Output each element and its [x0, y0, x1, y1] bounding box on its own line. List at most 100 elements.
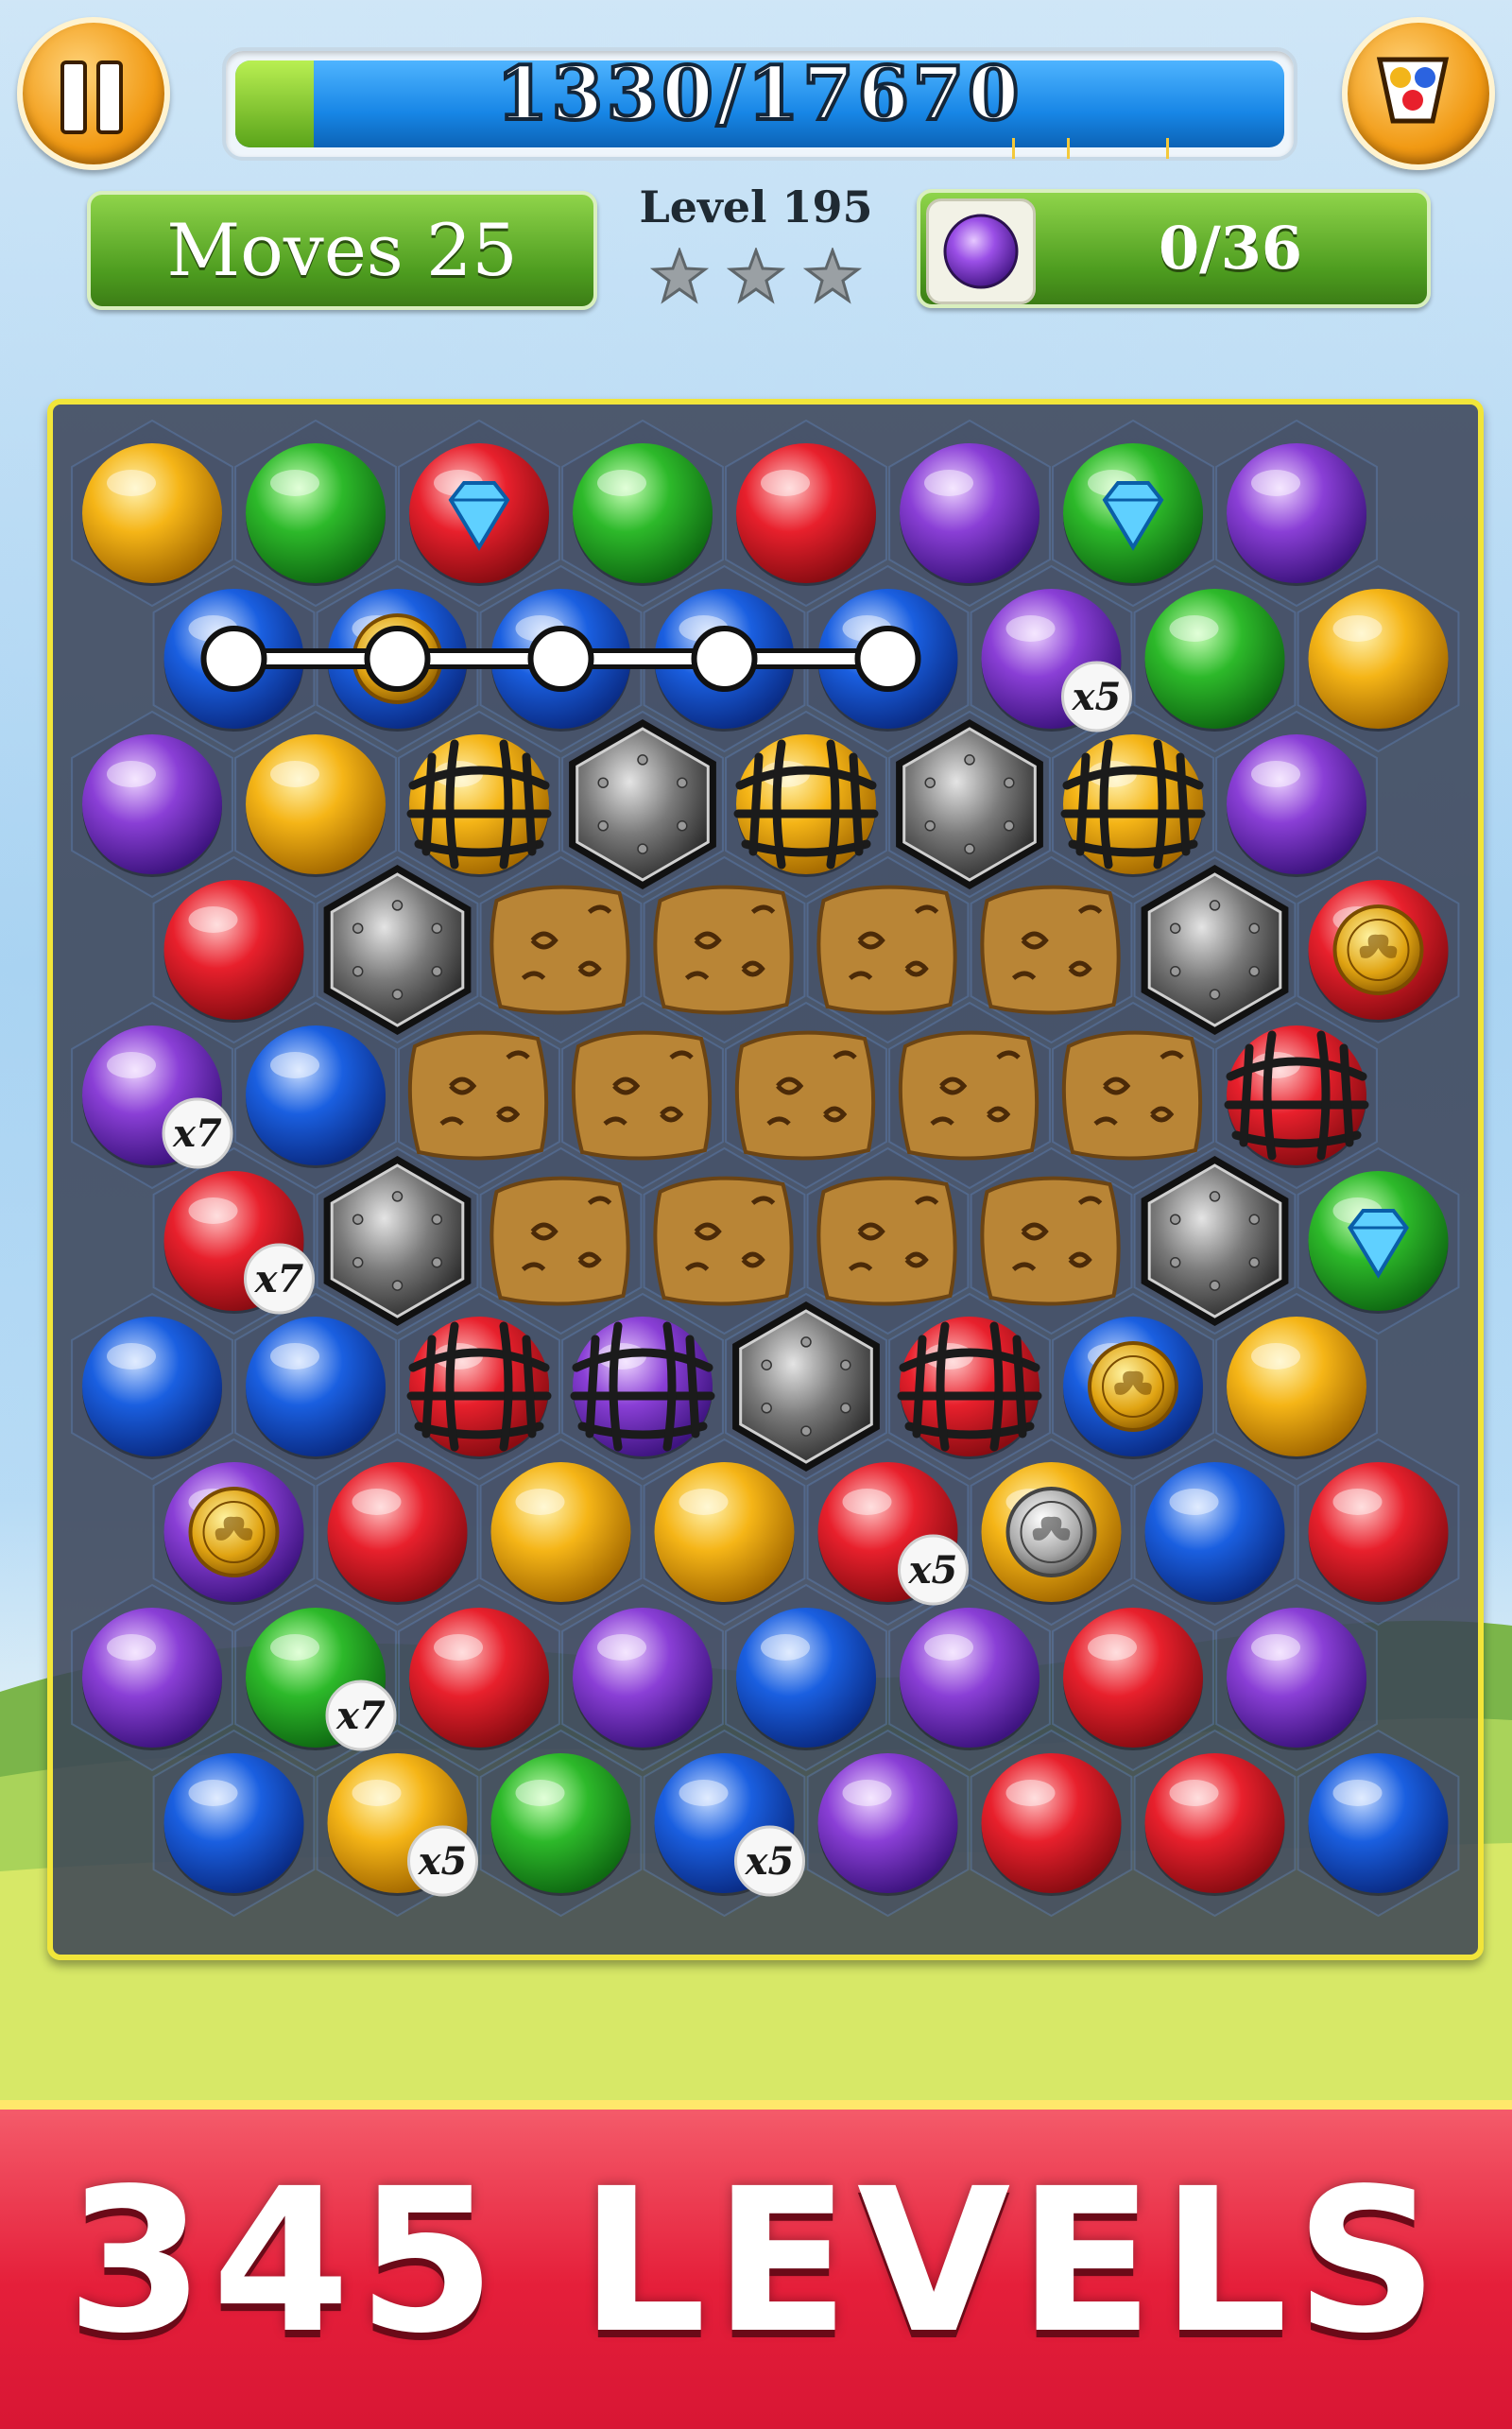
score-progress-bar: 1330/17670 — [222, 47, 1297, 161]
rock-bolt — [431, 1257, 443, 1268]
marble-shine — [924, 470, 973, 496]
mud-block — [980, 1176, 1121, 1306]
marble-body — [1308, 1462, 1449, 1602]
rock-bolt — [800, 1336, 812, 1348]
marble-shine — [1251, 470, 1300, 496]
purple-marble[interactable] — [1227, 443, 1366, 586]
boosters-button[interactable] — [1342, 17, 1495, 170]
star-icon — [727, 248, 785, 304]
rock-bolt — [1004, 820, 1015, 832]
rock-bolt — [1209, 1191, 1221, 1202]
marble-body — [490, 1462, 631, 1602]
blue-marble[interactable] — [246, 1317, 386, 1459]
blue-marble[interactable] — [1144, 1462, 1285, 1605]
yellow-marble[interactable] — [490, 1462, 631, 1605]
blue-marble[interactable] — [82, 1317, 222, 1459]
purple-marble[interactable] — [82, 1608, 222, 1750]
purple-marble[interactable] — [1227, 1608, 1366, 1750]
blue-marble[interactable] — [163, 1753, 304, 1896]
marble-shine — [352, 1489, 402, 1515]
green-marble[interactable] — [573, 443, 713, 586]
marble-body — [900, 443, 1040, 583]
marble-body — [1227, 1317, 1366, 1456]
marble-shine — [270, 1634, 319, 1661]
red-marble[interactable] — [409, 1608, 549, 1750]
marble-shine — [107, 761, 156, 787]
red-marble[interactable] — [1308, 880, 1449, 1023]
marble-body — [1308, 589, 1449, 729]
red-marble[interactable] — [981, 1753, 1122, 1896]
purple-marble[interactable] — [817, 1753, 958, 1896]
game-board[interactable]: x5 x7 x7 x5 x7 x5 x5 — [47, 399, 1484, 1960]
marble-shine — [1088, 1634, 1137, 1661]
yellow-marble[interactable] — [733, 734, 879, 877]
marble-shine — [597, 470, 646, 496]
red-marble[interactable] — [327, 1462, 468, 1605]
red-marble[interactable] — [409, 443, 549, 586]
yellow-marble[interactable] — [1308, 589, 1449, 732]
marble-body — [1063, 1608, 1203, 1748]
marble-shine — [842, 1780, 892, 1806]
yellow-marble[interactable] — [82, 443, 222, 586]
purple-marble[interactable] — [570, 1317, 715, 1459]
marble-body — [981, 1753, 1122, 1893]
marble-shine — [1169, 1780, 1219, 1806]
red-marble[interactable] — [897, 1317, 1042, 1459]
red-marble[interactable] — [1224, 1025, 1369, 1168]
crate-tile — [980, 885, 1121, 1015]
marble-body — [246, 734, 386, 874]
marble-body — [246, 1317, 386, 1456]
green-marble[interactable] — [1144, 589, 1285, 732]
red-marble[interactable] — [406, 1317, 552, 1459]
star-threshold-marker — [1166, 138, 1169, 159]
purple-marble-icon — [943, 214, 1019, 289]
crate-tile — [653, 885, 794, 1015]
marble-shine — [107, 1343, 156, 1370]
marble-body — [736, 443, 876, 583]
purple-marble[interactable] — [900, 443, 1040, 586]
rock-bolt — [1169, 966, 1181, 977]
hint-path-node — [200, 626, 267, 692]
red-marble[interactable] — [1144, 1753, 1285, 1896]
marble-shine — [1005, 615, 1056, 642]
board-grid[interactable]: x5 x7 x7 x5 x7 x5 x5 — [53, 405, 1478, 1955]
marble-body — [654, 1462, 795, 1602]
red-marble[interactable] — [1308, 1462, 1449, 1605]
blue-marble[interactable] — [1308, 1753, 1449, 1896]
blue-marble[interactable] — [1063, 1317, 1203, 1459]
purple-marble[interactable] — [900, 1608, 1040, 1750]
rock-bolt — [637, 843, 648, 854]
red-marble[interactable] — [736, 443, 876, 586]
hint-path-node — [364, 626, 431, 692]
green-marble[interactable] — [1063, 443, 1203, 586]
yellow-marble[interactable] — [1060, 734, 1206, 877]
green-marble[interactable] — [246, 443, 386, 586]
marble-shine — [761, 470, 810, 496]
red-marble[interactable] — [1063, 1608, 1203, 1750]
red-marble[interactable] — [163, 880, 304, 1023]
rock-bolt — [391, 989, 404, 1000]
level-label: Level 195 — [639, 181, 873, 233]
crate-tile — [980, 1176, 1121, 1306]
yellow-marble[interactable] — [246, 734, 386, 877]
blue-marble[interactable] — [736, 1608, 876, 1750]
mud-block — [653, 885, 794, 1015]
purple-marble[interactable] — [573, 1608, 713, 1750]
marble-shine — [924, 1634, 973, 1661]
blue-marble[interactable] — [246, 1025, 386, 1168]
yellow-marble[interactable] — [981, 1462, 1122, 1605]
boosters-icon — [1376, 57, 1450, 124]
green-marble[interactable] — [1308, 1171, 1449, 1314]
purple-marble[interactable] — [163, 1462, 304, 1605]
yellow-marble[interactable] — [654, 1462, 795, 1605]
purple-marble[interactable] — [82, 734, 222, 877]
yellow-marble[interactable] — [1227, 1317, 1366, 1459]
purple-marble[interactable] — [1227, 734, 1366, 877]
promo-banner-text: 345 LEVELS — [66, 2145, 1446, 2377]
green-marble[interactable] — [490, 1753, 631, 1896]
pause-button[interactable] — [17, 17, 170, 170]
multiplier-badge-text: x7 — [254, 1257, 304, 1301]
crate-tile — [653, 1176, 794, 1306]
yellow-marble[interactable] — [406, 734, 552, 877]
marble-shine — [270, 1052, 319, 1078]
